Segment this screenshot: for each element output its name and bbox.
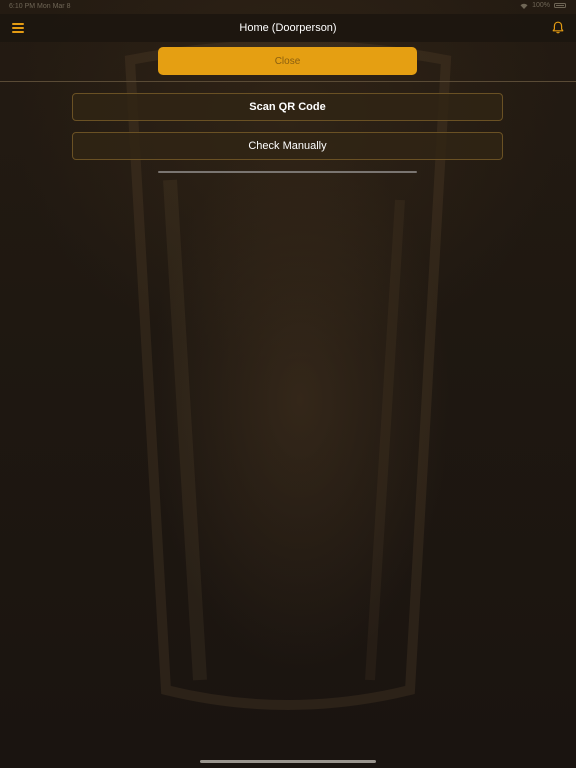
progress-indicator (158, 171, 417, 173)
close-button[interactable]: Close (158, 47, 417, 75)
wifi-icon (520, 3, 528, 9)
battery-icon (554, 3, 566, 8)
home-indicator[interactable] (200, 760, 376, 763)
app-screen: 6:10 PM Mon Mar 8 100% Home (Doorperson)… (0, 0, 576, 768)
divider (0, 81, 576, 82)
scan-qr-code-button[interactable]: Scan QR Code (72, 93, 503, 121)
check-manually-button[interactable]: Check Manually (72, 132, 503, 160)
battery-percent: 100% (532, 2, 550, 9)
status-indicators: 100% (520, 2, 566, 9)
page-title: Home (Doorperson) (239, 22, 337, 34)
bell-icon[interactable] (552, 21, 564, 34)
status-bar: 6:10 PM Mon Mar 8 100% (0, 0, 576, 14)
status-time: 6:10 PM Mon Mar 8 (9, 3, 71, 10)
navigation-bar: Home (Doorperson) (0, 14, 576, 42)
